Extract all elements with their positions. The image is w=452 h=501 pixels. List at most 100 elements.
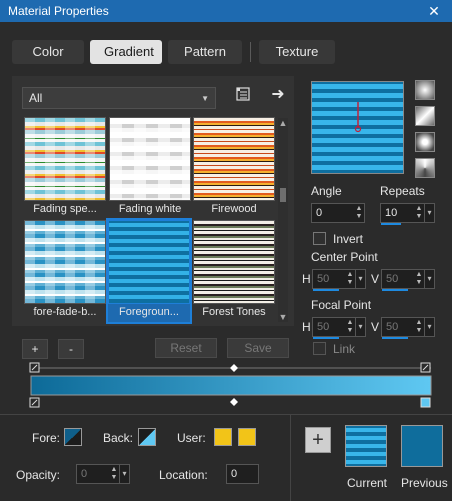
gradient-thumb-fore-fade[interactable]: fore-fade-b... — [24, 220, 106, 322]
bottom-divider — [290, 414, 291, 501]
repeats-label: Repeats — [380, 184, 425, 198]
stepper-arrows-icon[interactable]: ▲ ▼ — [345, 271, 355, 287]
invert-label: Invert — [333, 232, 364, 246]
gradient-thumb-label: Fading spe... — [33, 203, 97, 215]
angle-value: 0 — [316, 207, 323, 219]
rectangular-style-icon[interactable] — [415, 106, 435, 126]
add-to-swatches-button[interactable]: + — [305, 427, 331, 453]
arrow-right-icon[interactable]: ➜ — [268, 84, 288, 104]
tab-pattern[interactable]: Pattern — [168, 40, 242, 64]
tab-divider — [250, 42, 251, 62]
tab-color[interactable]: Color — [12, 40, 84, 64]
gradient-swatch — [24, 220, 106, 304]
gradient-thumb-label: Foregroun... — [119, 306, 179, 318]
remove-gradient-button[interactable]: - — [58, 339, 84, 359]
chevron-down-icon[interactable]: ▾ — [424, 270, 434, 288]
gradient-thumb-label: Forest Tones — [202, 306, 266, 318]
scroll-down-icon[interactable]: ▼ — [278, 312, 288, 322]
stepper-arrows-icon[interactable]: ▲ ▼ — [414, 319, 424, 335]
gradient-thumb-fading-white[interactable]: Fading white — [109, 117, 191, 219]
back-swatch[interactable] — [138, 428, 156, 446]
tab-texture[interactable]: Texture — [259, 40, 335, 64]
gradient-editor[interactable] — [28, 362, 434, 410]
window-title: Material Properties — [8, 4, 109, 18]
angle-handle-icon[interactable] — [312, 82, 405, 175]
repeats-bar — [381, 223, 401, 225]
close-icon[interactable]: ✕ — [424, 3, 444, 20]
current-label: Current — [347, 476, 388, 490]
user-label: User: — [177, 431, 206, 445]
location-label: Location: — [159, 468, 208, 482]
gradient-swatch — [193, 220, 275, 304]
center-v-stepper[interactable]: 50 ▲ ▼ ▾ — [381, 269, 435, 291]
gradient-thumb-fading-spectrum[interactable]: Fading spe... — [24, 117, 106, 219]
user-swatch-2[interactable] — [238, 428, 256, 446]
repeats-stepper[interactable]: 10 ▲ ▼ ▾ — [380, 203, 435, 225]
invert-checkbox[interactable] — [313, 232, 326, 245]
gradient-preview[interactable] — [311, 81, 404, 174]
previous-swatch[interactable] — [401, 425, 443, 467]
chevron-down-icon[interactable]: ▾ — [355, 318, 365, 336]
add-gradient-button[interactable]: + — [22, 339, 48, 359]
center-h-stepper[interactable]: 50 ▲ ▼ ▾ — [312, 269, 366, 291]
radial-style-icon[interactable] — [415, 158, 435, 178]
repeats-value: 10 — [385, 207, 398, 219]
linear-style-icon[interactable] — [415, 80, 435, 100]
focal-h-value: 50 — [317, 321, 330, 333]
center-h-bar — [313, 289, 339, 291]
focal-point-label: Focal Point — [311, 298, 372, 312]
location-input[interactable]: 0 — [226, 464, 259, 484]
scrollbar-thumb[interactable] — [280, 188, 286, 202]
gradient-swatch — [193, 117, 275, 201]
focal-v-label: V — [371, 320, 380, 334]
chevron-down-icon[interactable]: ▾ — [119, 465, 129, 483]
sunburst-style-icon[interactable] — [415, 132, 435, 152]
scroll-up-icon[interactable]: ▲ — [278, 118, 288, 128]
focal-h-stepper[interactable]: 50 ▲ ▼ ▾ — [312, 317, 366, 339]
user-swatch-1[interactable] — [214, 428, 232, 446]
library-menu-icon[interactable] — [234, 86, 252, 104]
chevron-down-icon[interactable]: ▾ — [355, 270, 365, 288]
chevron-down-icon[interactable]: ▾ — [424, 318, 434, 336]
center-h-value: 50 — [317, 273, 330, 285]
category-dropdown[interactable]: All ▼ — [22, 87, 216, 109]
focal-h-bar — [313, 337, 339, 339]
reset-button[interactable]: Reset — [155, 338, 217, 358]
back-label: Back: — [103, 431, 134, 445]
center-v-label: V — [371, 272, 380, 286]
location-value: 0 — [231, 468, 238, 480]
stepper-arrows-icon[interactable]: ▲ ▼ — [414, 205, 424, 221]
angle-stepper[interactable]: 0 ▲ ▼ — [311, 203, 365, 223]
stepper-arrows-icon[interactable]: ▲ ▼ — [345, 319, 355, 335]
category-dropdown-value: All — [29, 91, 43, 105]
library-scrollbar[interactable]: ▲ ▼ — [278, 118, 288, 322]
gradient-thumb-foreground[interactable]: Foregroun... — [106, 218, 192, 324]
gradient-swatch — [108, 220, 190, 304]
stepper-arrows-icon[interactable]: ▲ ▼ — [354, 205, 364, 221]
tab-gradient[interactable]: Gradient — [90, 40, 162, 64]
current-swatch[interactable] — [345, 425, 387, 467]
focal-v-stepper[interactable]: 50 ▲ ▼ ▾ — [381, 317, 435, 339]
gradient-thumb-label: Firewood — [211, 203, 257, 215]
center-v-value: 50 — [386, 273, 399, 285]
focal-h-label: H — [302, 320, 311, 334]
angle-label: Angle — [311, 184, 342, 198]
gradient-editor-markers[interactable] — [28, 362, 434, 410]
link-checkbox[interactable] — [313, 342, 326, 355]
gradient-swatch — [24, 117, 106, 201]
opacity-stepper[interactable]: 0 ▲ ▼ ▾ — [76, 464, 130, 484]
fore-swatch[interactable] — [64, 428, 82, 446]
stepper-arrows-icon[interactable]: ▲ ▼ — [109, 466, 119, 482]
center-v-bar — [382, 289, 408, 291]
opacity-label: Opacity: — [16, 468, 61, 482]
stepper-arrows-icon[interactable]: ▲ ▼ — [414, 271, 424, 287]
link-label: Link — [333, 342, 356, 356]
center-h-label: H — [302, 272, 311, 286]
gradient-thumb-forest-tones[interactable]: Forest Tones — [193, 220, 275, 322]
gradient-thumb-label: Fading white — [118, 203, 182, 215]
gradient-swatch — [109, 117, 191, 201]
center-point-label: Center Point — [311, 250, 378, 264]
save-button[interactable]: Save — [227, 338, 289, 358]
chevron-down-icon[interactable]: ▾ — [424, 204, 434, 222]
gradient-thumb-firewood[interactable]: Firewood — [193, 117, 275, 219]
